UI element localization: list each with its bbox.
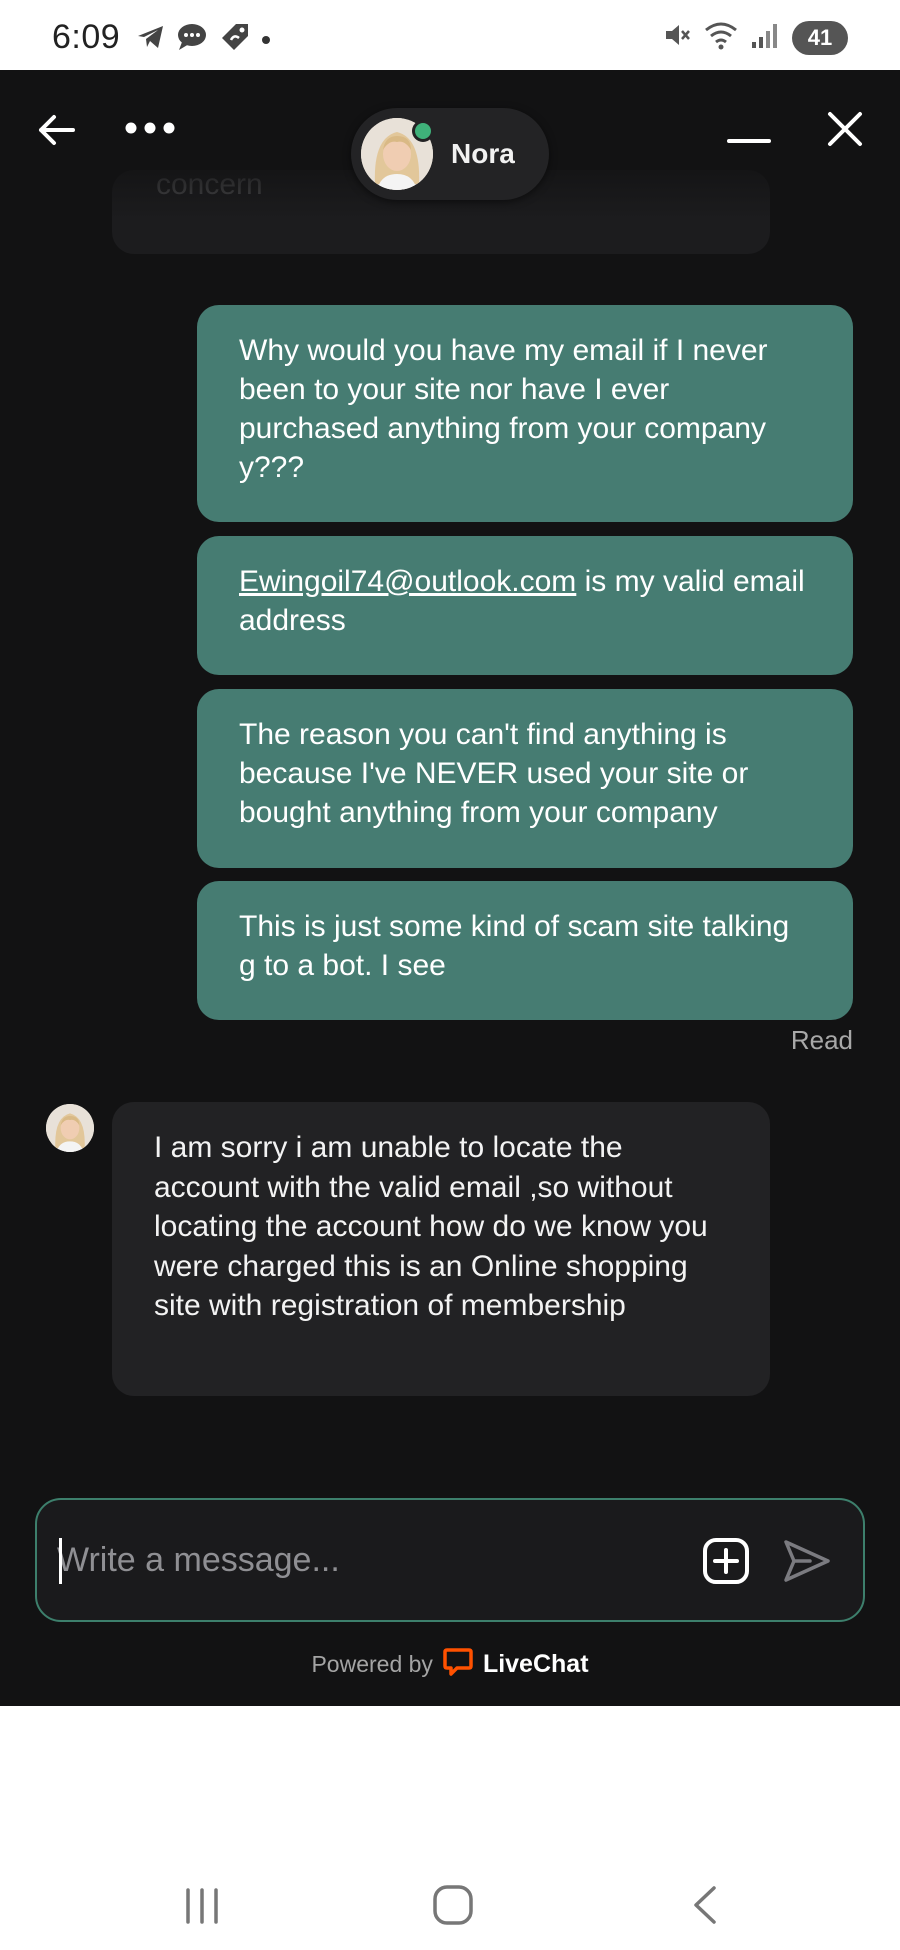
powered-by-text: Powered by <box>311 1651 433 1677</box>
status-time: 6:09 <box>52 18 121 56</box>
more-notifications-dot <box>262 35 270 44</box>
outgoing-message-text: Why would you have my email if I never b… <box>239 334 768 484</box>
battery-indicator: 41 <box>792 20 848 55</box>
message-input[interactable] <box>57 1530 697 1590</box>
email-link[interactable]: Ewingoil74@outlook.com <box>239 565 576 598</box>
minimize-icon[interactable] <box>726 130 772 152</box>
powered-by-footer: Powered by LiveChat <box>0 1648 900 1681</box>
recent-apps-icon[interactable] <box>182 1886 222 1931</box>
livechat-brand[interactable]: LiveChat <box>483 1650 589 1679</box>
livechat-logo-icon <box>443 1648 473 1681</box>
home-icon[interactable] <box>432 1884 474 1931</box>
mute-icon <box>662 20 692 55</box>
incoming-message: I am sorry i am unable to locate the acc… <box>112 1102 770 1396</box>
outgoing-message-text: This is just some kind of scam site talk… <box>239 910 790 982</box>
chat-bubble-icon <box>176 22 208 57</box>
message-composer[interactable] <box>35 1498 865 1622</box>
read-status: Read <box>790 1025 853 1055</box>
signal-icon <box>750 20 780 55</box>
close-icon[interactable] <box>824 108 866 150</box>
outgoing-message: Why would you have my email if I never b… <box>197 305 853 522</box>
outgoing-message: This is just some kind of scam site talk… <box>197 881 853 1020</box>
outgoing-message-text: The reason you can't find anything is be… <box>239 718 749 829</box>
add-attachment-button[interactable] <box>702 1537 750 1585</box>
send-button[interactable] <box>782 1538 832 1584</box>
agent-name: Nora <box>451 138 515 169</box>
navigation-bar <box>0 1866 900 1950</box>
more-icon[interactable] <box>124 116 176 140</box>
system-icons: 41 <box>662 20 848 55</box>
back-arrow-icon[interactable] <box>34 108 78 152</box>
text-cursor <box>59 1538 62 1584</box>
status-bar: 6:09 41 <box>0 0 900 70</box>
chat-panel: concern Nora Why would you have my email… <box>0 70 900 1706</box>
previous-message-text: concern <box>156 170 263 201</box>
notification-icons <box>136 20 270 59</box>
back-icon[interactable] <box>688 1884 722 1931</box>
outgoing-message: Ewingoil74@outlook.com is my valid email… <box>197 536 853 675</box>
wifi-icon <box>704 20 738 55</box>
online-status-dot <box>412 120 434 142</box>
incoming-message-text: I am sorry i am unable to locate the acc… <box>154 1131 708 1322</box>
agent-header-pill[interactable]: Nora <box>351 108 549 200</box>
telegram-icon <box>136 23 166 56</box>
outgoing-message: The reason you can't find anything is be… <box>197 689 853 868</box>
tag-icon <box>218 20 252 59</box>
agent-message-avatar <box>46 1104 94 1152</box>
